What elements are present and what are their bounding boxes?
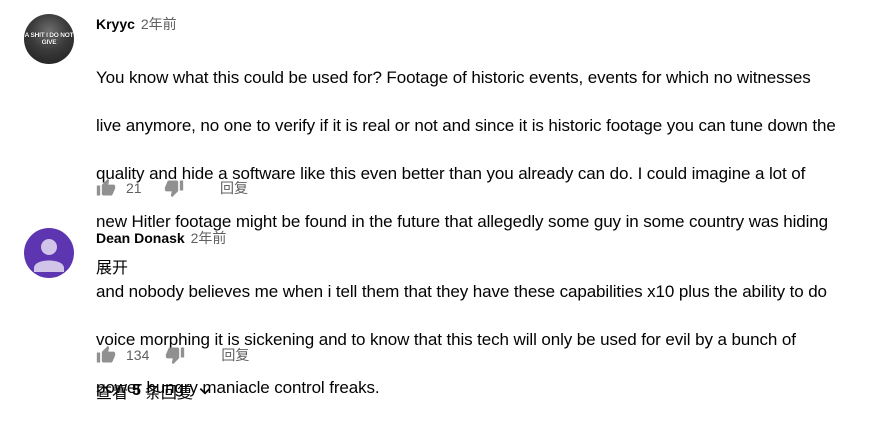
comment-text-line: and nobody believes me when i tell them … (96, 282, 827, 301)
comment-header: Dean Donask 2年前 (96, 228, 866, 248)
comment-action-bar: 21 回复 (96, 176, 248, 200)
comment-text-line: live anymore, no one to verify if it is … (96, 116, 836, 135)
thumb-up-icon (96, 178, 116, 196)
like-count: 21 (126, 180, 142, 196)
comment-action-bar: 134 回复 (96, 343, 249, 367)
comment-timestamp[interactable]: 2年前 (191, 230, 227, 246)
view-replies-prefix: 查看 (96, 385, 129, 402)
comment-author[interactable]: Kryyc (96, 16, 135, 32)
reply-button[interactable]: 回复 (221, 343, 249, 367)
dislike-button[interactable] (164, 178, 184, 198)
avatar-caption: A SHIT I DO NOT GIVE (24, 32, 74, 46)
avatar[interactable]: A SHIT I DO NOT GIVE (24, 14, 74, 64)
avatar[interactable] (24, 228, 74, 278)
thumb-up-icon (96, 345, 116, 363)
view-replies-button[interactable]: 查看 5 条回复 (96, 379, 213, 403)
comment-text: You know what this could be used for? Fo… (96, 42, 866, 258)
comment-author[interactable]: Dean Donask (96, 230, 185, 246)
view-replies-suffix: 条回复 (144, 385, 193, 402)
comment-thread-kryyc: A SHIT I DO NOT GIVE Kryyc 2年前 You know … (24, 14, 886, 277)
comment-text-line: You know what this could be used for? Fo… (96, 68, 811, 87)
thumb-down-icon (164, 180, 184, 198)
thumb-down-icon (166, 347, 185, 365)
comment-timestamp[interactable]: 2年前 (141, 16, 177, 32)
chevron-down-icon (199, 388, 211, 395)
reply-count: 5 (132, 382, 141, 399)
like-button[interactable]: 21 (96, 178, 148, 198)
comment-header: Kryyc 2年前 (96, 14, 866, 34)
like-count: 134 (126, 347, 150, 363)
reply-button[interactable]: 回复 (220, 176, 248, 200)
default-user-icon (34, 239, 64, 272)
dislike-button[interactable] (165, 345, 185, 365)
like-button[interactable]: 134 (96, 345, 149, 365)
